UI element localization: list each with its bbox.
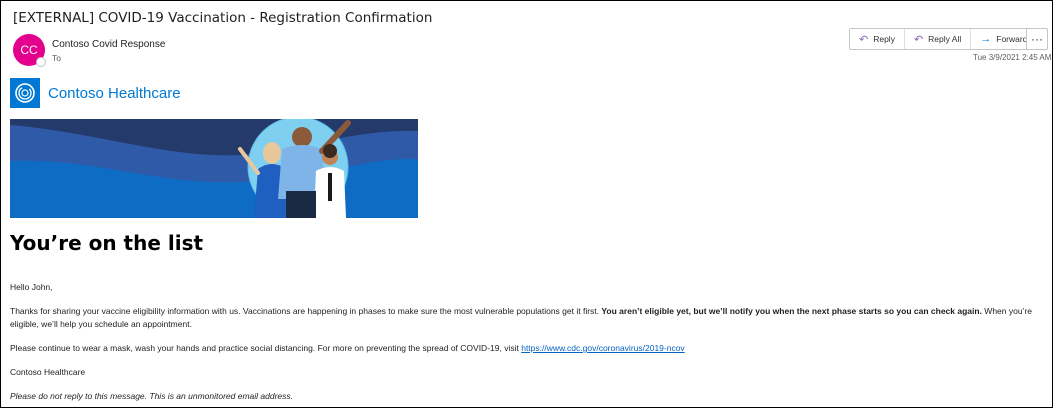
paragraph-bold-text: You aren’t eligible yet, but we’ll notif… <box>601 306 982 316</box>
forward-icon: → <box>980 33 992 45</box>
reply-button[interactable]: ↶ Reply <box>850 29 905 49</box>
brand-name: Contoso Healthcare <box>48 85 181 102</box>
reply-all-button[interactable]: ↶ Reply All <box>905 29 972 49</box>
cdc-link[interactable]: https://www.cdc.gov/coronavirus/2019-nco… <box>521 343 684 353</box>
sender-name[interactable]: Contoso Covid Response <box>52 39 165 50</box>
greeting: Hello John, <box>10 282 53 292</box>
to-label: To <box>52 53 61 63</box>
paragraph-text: Thanks for sharing your vaccine eligibil… <box>10 306 602 316</box>
more-actions-button[interactable]: ··· <box>1026 28 1048 50</box>
reply-all-label: Reply All <box>928 34 962 44</box>
reply-icon: ↶ <box>859 33 869 46</box>
message-date: Tue 3/9/2021 2:45 AM <box>973 53 1052 62</box>
brand-logo-icon <box>10 78 40 108</box>
hero-illustration <box>10 119 418 218</box>
eligibility-paragraph: Thanks for sharing your vaccine eligibil… <box>10 305 1040 331</box>
page-title: You’re on the list <box>10 231 204 255</box>
more-icon: ··· <box>1031 32 1043 46</box>
disclaimer: Please do not reply to this message. Thi… <box>10 391 294 401</box>
forward-label: Forward <box>996 34 1028 44</box>
reply-label: Reply <box>873 34 895 44</box>
presence-indicator <box>36 57 46 67</box>
email-subject: [EXTERNAL] COVID-19 Vaccination - Regist… <box>13 10 433 26</box>
safety-text: Please continue to wear a mask, wash you… <box>10 343 522 353</box>
safety-paragraph: Please continue to wear a mask, wash you… <box>10 342 685 355</box>
recipient-line: To <box>52 53 61 63</box>
signature: Contoso Healthcare <box>10 367 86 377</box>
message-actions: ↶ Reply ↶ Reply All → Forward <box>849 28 1038 50</box>
reply-all-icon: ↶ <box>913 33 924 46</box>
email-reading-pane: [EXTERNAL] COVID-19 Vaccination - Regist… <box>0 0 1053 408</box>
